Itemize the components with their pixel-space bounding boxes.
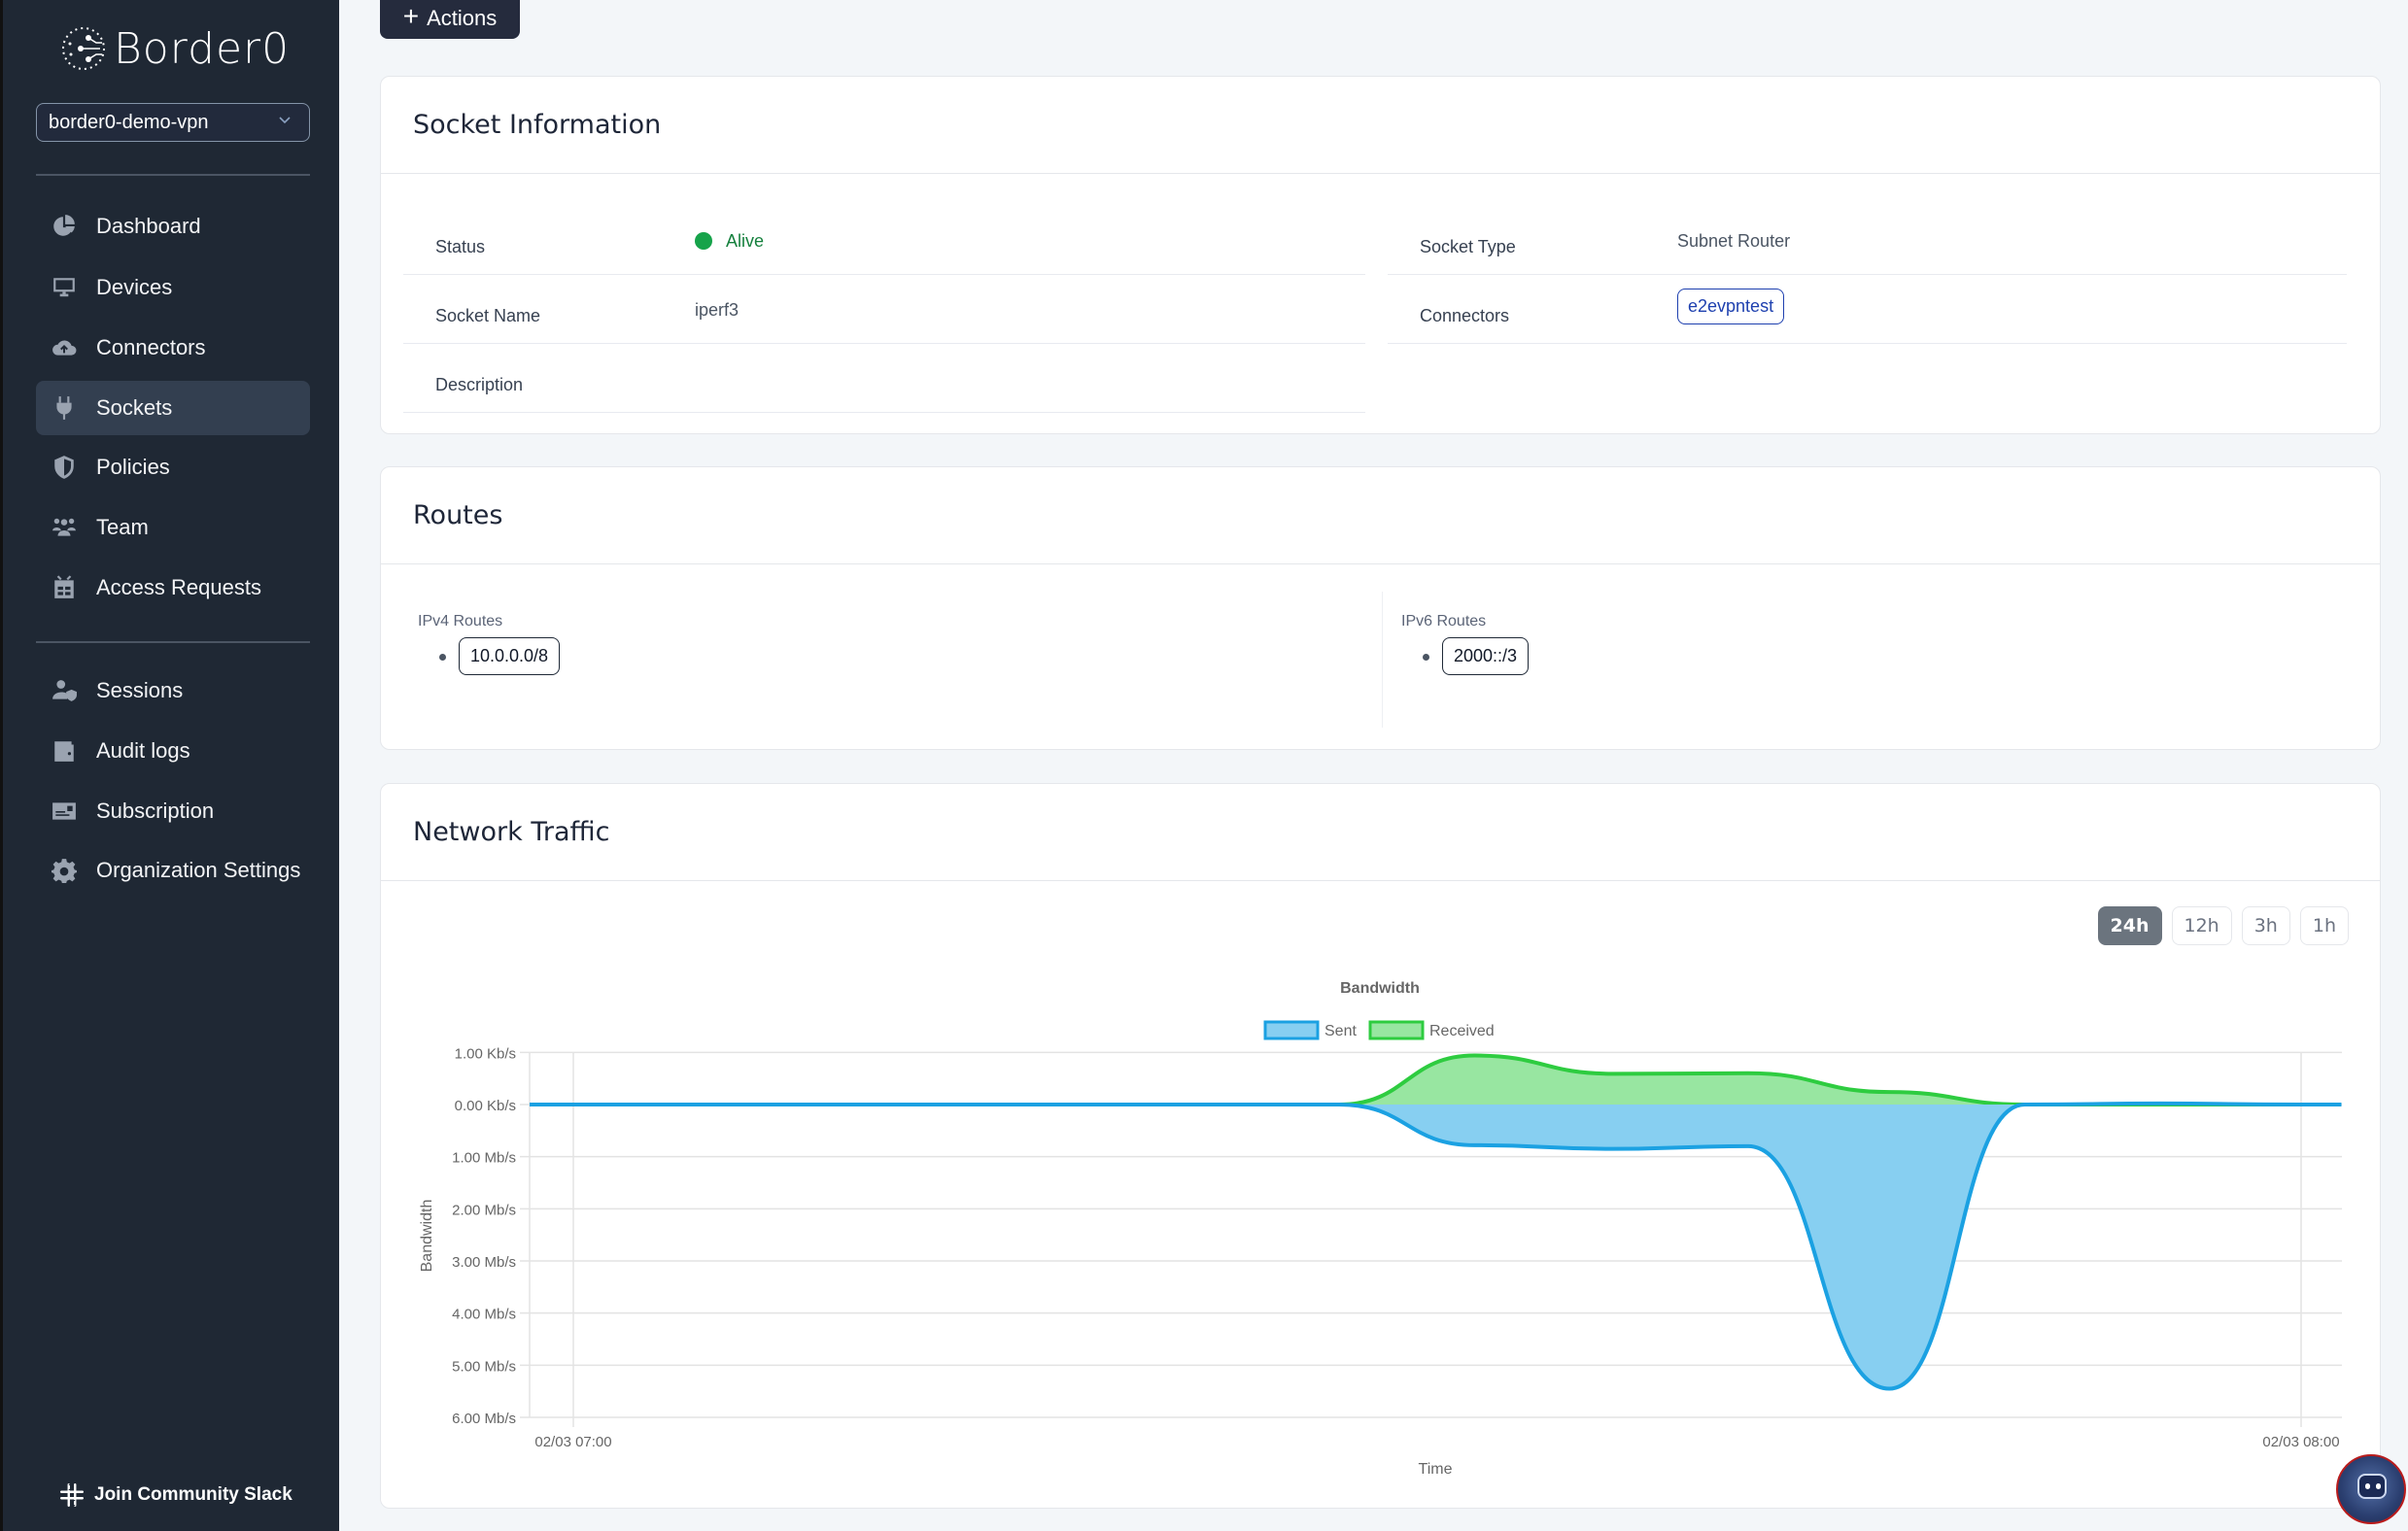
connectors-value: e2evpntest [1677,289,1785,324]
cloud-upload-icon [52,335,77,360]
sidebar-item-label: Devices [96,275,173,299]
sidebar-item-devices[interactable]: Devices [36,260,310,315]
user-shield-icon [52,678,77,703]
brand-name: Border0 [114,23,291,74]
network-traffic-card: Network Traffic 24h 12h 3h 1h [380,783,2381,1509]
bullet-icon [1423,654,1429,661]
card-title: Routes [413,500,503,530]
card-title: Network Traffic [413,817,610,847]
shield-icon [52,455,77,480]
sidebar-item-label: Policies [96,455,170,479]
sidebar-item-sessions[interactable]: Sessions [36,663,310,718]
connector-chip[interactable]: e2evpntest [1677,289,1785,324]
border0-globe-icon [62,27,105,70]
sidebar-item-label: Connectors [96,335,206,359]
description-row: Description [403,344,1365,413]
socket-type-value: Subnet Router [1677,231,1791,251]
description-label: Description [435,375,524,394]
sidebar-item-sockets[interactable]: Sockets [36,381,310,435]
pie-chart-icon [52,214,77,239]
sidebar-item-subscription[interactable]: Subscription [36,784,310,838]
ipv4-routes-label: IPv4 Routes [418,613,503,629]
sidebar-divider [36,174,310,176]
status-badge: Alive [695,231,764,252]
connectors-row: Connectors e2evpntest [1388,275,2347,344]
sidebar-item-label: Sessions [96,678,184,702]
join-slack-label: Join Community Slack [94,1484,292,1505]
range-12h-button[interactable]: 12h [2171,906,2232,945]
route-chip: 2000::/3 [1442,637,1530,675]
robot-icon [52,575,77,600]
org-select-value: border0-demo-vpn [49,111,209,133]
status-row: Status Alive [403,206,1365,275]
id-card-icon [52,799,77,824]
sidebar-item-access-requests[interactable]: Access Requests [36,561,310,615]
connectors-label: Connectors [1420,306,1510,325]
actions-button[interactable]: + Actions [380,0,520,39]
socket-type-row: Socket Type Subnet Router [1388,206,2347,275]
range-1h-button[interactable]: 1h [2299,906,2349,945]
users-icon [52,515,77,540]
bot-face-icon [2357,1474,2387,1499]
range-24h-button[interactable]: 24h [2097,906,2162,945]
sidebar-item-label: Sockets [96,395,173,420]
sidebar-item-connectors[interactable]: Connectors [36,321,310,375]
status-value: Alive [726,231,765,251]
sidebar-item-label: Subscription [96,799,215,823]
socket-name-label: Socket Name [435,306,541,325]
route-chip: 10.0.0.0/8 [459,637,561,675]
socket-name-row: Socket Name iperf3 [403,275,1365,344]
column-divider [1382,592,1383,728]
sidebar-item-organization-settings[interactable]: Organization Settings [36,843,310,898]
sidebar-item-dashboard[interactable]: Dashboard [36,199,310,254]
socket-type-label: Socket Type [1420,237,1516,256]
assistant-bot-button[interactable] [2336,1454,2406,1524]
ipv4-routes: IPv4 Routes 10.0.0.0/8 [418,564,1351,749]
card-header: Network Traffic [381,784,2380,881]
bullet-icon [439,654,446,661]
status-label: Status [435,237,486,256]
socket-name-value: iperf3 [695,300,740,320]
sidebar-item-label: Team [96,515,149,539]
card-header: Routes [381,467,2380,564]
card-header: Socket Information [381,77,2380,174]
sidebar-item-label: Organization Settings [96,858,301,882]
status-dot-icon [695,232,712,250]
desktop-icon [52,275,77,300]
actions-label: Actions [427,6,498,30]
chevron-down-icon [279,117,291,124]
time-range-group: 24h 12h 3h 1h [2097,906,2349,945]
plug-icon [52,395,77,421]
card-title: Socket Information [413,110,662,140]
sidebar-divider [36,641,310,643]
slack-icon [59,1482,85,1508]
gear-icon [52,858,77,883]
sidebar: Border0 border0-demo-vpn Dashboard Devic… [0,0,339,1531]
sidebar-item-label: Dashboard [96,214,201,238]
ipv6-routes-label: IPv6 Routes [1401,613,1487,629]
range-3h-button[interactable]: 3h [2241,906,2290,945]
wallet-icon [52,738,77,764]
socket-information-card: Socket Information Status Alive Socket N… [380,76,2381,434]
routes-card: Routes IPv4 Routes 10.0.0.0/8 IPv6 Route… [380,466,2381,750]
sidebar-item-policies[interactable]: Policies [36,440,310,494]
join-slack-link[interactable]: Join Community Slack [59,1482,292,1508]
sidebar-item-label: Audit logs [96,738,190,763]
org-select[interactable]: border0-demo-vpn [36,103,310,142]
sidebar-item-team[interactable]: Team [36,500,310,555]
brand-logo[interactable]: Border0 [59,21,290,76]
sidebar-item-label: Access Requests [96,575,261,599]
plus-icon: + [402,1,420,31]
sidebar-item-audit-logs[interactable]: Audit logs [36,724,310,778]
ipv6-routes: IPv6 Routes 2000::/3 [1401,564,2334,749]
